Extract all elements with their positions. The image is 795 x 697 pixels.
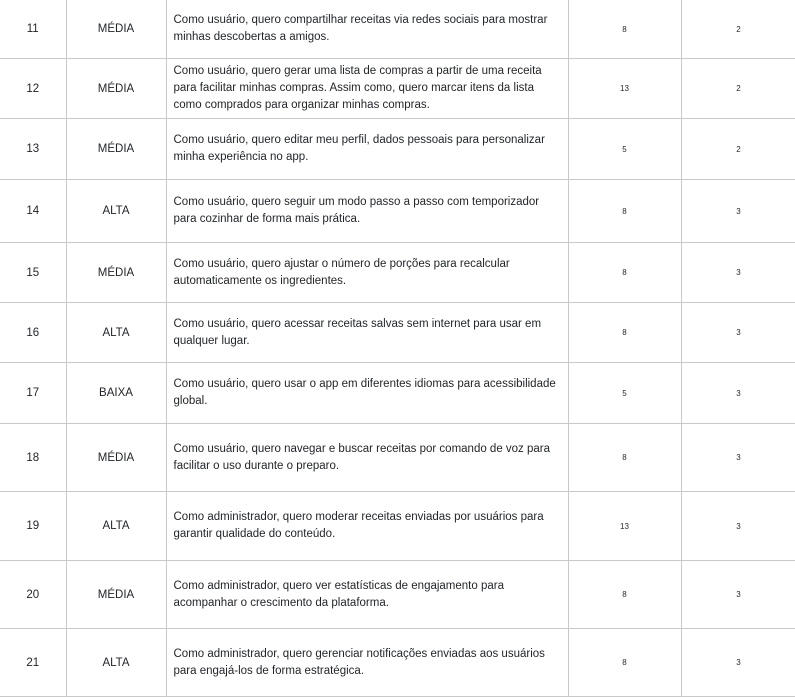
- table-row: 14 ALTA Como usuário, quero seguir um mo…: [0, 179, 795, 243]
- table-row: 17 BAIXA Como usuário, quero usar o app …: [0, 362, 795, 424]
- story-priority: ALTA: [65, 302, 167, 363]
- story-sprint: 3: [680, 242, 795, 303]
- story-priority: MÉDIA: [65, 118, 167, 180]
- story-sprint: 3: [680, 491, 795, 561]
- story-priority: ALTA: [65, 179, 167, 243]
- table-row: 19 ALTA Como administrador, quero modera…: [0, 491, 795, 561]
- story-id: 11: [0, 0, 67, 59]
- story-priority: MÉDIA: [65, 242, 167, 303]
- story-sprint: 2: [680, 118, 795, 180]
- user-stories-table: 11 MÉDIA Como usuário, quero compartilha…: [0, 0, 795, 697]
- story-sprint: 3: [680, 179, 795, 243]
- story-id: 19: [0, 491, 67, 561]
- story-priority: MÉDIA: [65, 560, 167, 629]
- story-id: 12: [0, 58, 67, 119]
- table-row: 13 MÉDIA Como usuário, quero editar meu …: [0, 118, 795, 180]
- story-sprint: 2: [680, 0, 795, 59]
- story-sprint: 3: [680, 560, 795, 629]
- story-description: Como usuário, quero editar meu perfil, d…: [165, 118, 569, 180]
- story-id: 15: [0, 242, 67, 303]
- table-row: 12 MÉDIA Como usuário, quero gerar uma l…: [0, 58, 795, 119]
- story-points: 8: [567, 302, 682, 363]
- story-description: Como usuário, quero usar o app em difere…: [165, 362, 569, 424]
- table-body: 11 MÉDIA Como usuário, quero compartilha…: [0, 0, 795, 697]
- story-id: 21: [0, 628, 67, 697]
- story-points: 5: [567, 118, 682, 180]
- story-sprint: 3: [680, 302, 795, 363]
- story-sprint: 3: [680, 423, 795, 492]
- story-points: 13: [567, 58, 682, 119]
- story-id: 14: [0, 179, 67, 243]
- table-row: 21 ALTA Como administrador, quero gerenc…: [0, 628, 795, 697]
- story-sprint: 3: [680, 628, 795, 697]
- story-priority: MÉDIA: [65, 0, 167, 59]
- story-description: Como administrador, quero moderar receit…: [165, 491, 569, 561]
- story-description: Como administrador, quero ver estatístic…: [165, 560, 569, 629]
- story-description: Como administrador, quero gerenciar noti…: [165, 628, 569, 697]
- story-id: 17: [0, 362, 67, 424]
- story-id: 20: [0, 560, 67, 629]
- story-priority: ALTA: [65, 491, 167, 561]
- story-description: Como usuário, quero acessar receitas sal…: [165, 302, 569, 363]
- table-row: 16 ALTA Como usuário, quero acessar rece…: [0, 302, 795, 363]
- table-row: 11 MÉDIA Como usuário, quero compartilha…: [0, 0, 795, 59]
- story-description: Como usuário, quero navegar e buscar rec…: [165, 423, 569, 492]
- story-points: 8: [567, 0, 682, 59]
- story-points: 13: [567, 491, 682, 561]
- story-points: 8: [567, 242, 682, 303]
- story-description: Como usuário, quero ajustar o número de …: [165, 242, 569, 303]
- table-row: 15 MÉDIA Como usuário, quero ajustar o n…: [0, 242, 795, 303]
- story-points: 5: [567, 362, 682, 424]
- story-id: 13: [0, 118, 67, 180]
- story-priority: ALTA: [65, 628, 167, 697]
- table-row: 18 MÉDIA Como usuário, quero navegar e b…: [0, 423, 795, 492]
- table-row: 20 MÉDIA Como administrador, quero ver e…: [0, 560, 795, 629]
- story-description: Como usuário, quero seguir um modo passo…: [165, 179, 569, 243]
- story-points: 8: [567, 628, 682, 697]
- story-priority: MÉDIA: [65, 423, 167, 492]
- story-points: 8: [567, 423, 682, 492]
- story-id: 16: [0, 302, 67, 363]
- story-description: Como usuário, quero compartilhar receita…: [165, 0, 569, 59]
- story-sprint: 3: [680, 362, 795, 424]
- story-points: 8: [567, 179, 682, 243]
- story-priority: MÉDIA: [65, 58, 167, 119]
- story-description: Como usuário, quero gerar uma lista de c…: [165, 58, 569, 119]
- story-sprint: 2: [680, 58, 795, 119]
- story-priority: BAIXA: [65, 362, 167, 424]
- story-points: 8: [567, 560, 682, 629]
- story-id: 18: [0, 423, 67, 492]
